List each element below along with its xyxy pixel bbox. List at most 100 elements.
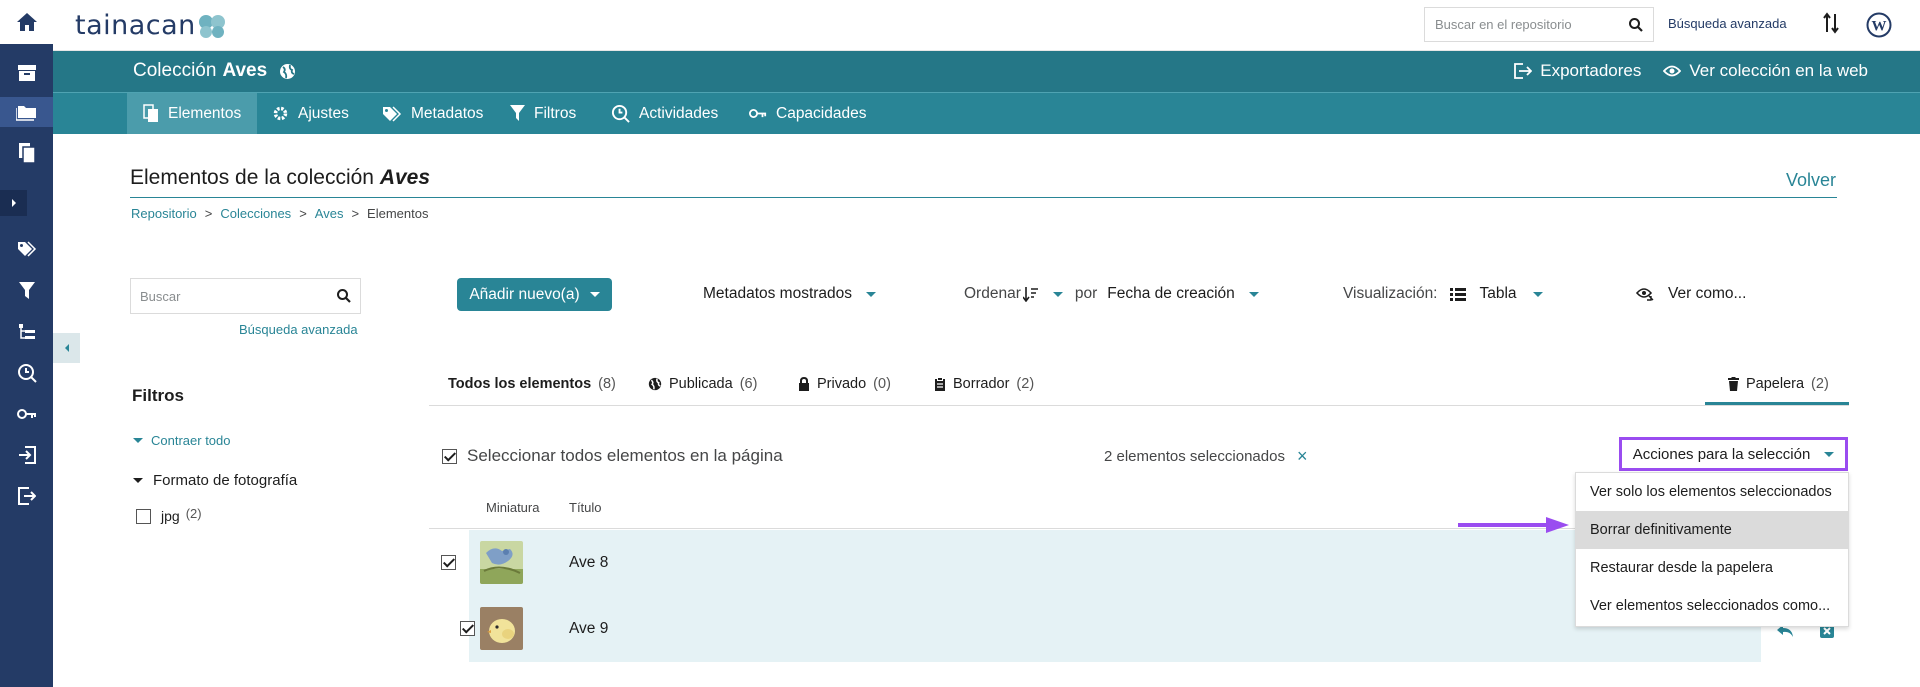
items-icon[interactable]: [0, 138, 53, 168]
menu-item-restore-from-trash[interactable]: Restaurar desde la papelera: [1576, 549, 1848, 587]
expand-sidebar-button[interactable]: [0, 190, 27, 216]
caret-down-icon[interactable]: [1248, 291, 1259, 297]
filter-icon: [510, 105, 525, 121]
items-search[interactable]: [130, 278, 361, 314]
tainacan-logo[interactable]: tainacan: [75, 10, 226, 41]
clear-selection-icon[interactable]: ×: [1297, 446, 1308, 467]
tab-elementos[interactable]: Elementos: [127, 93, 258, 134]
sort-descending-icon[interactable]: [1022, 286, 1039, 302]
status-tab-all[interactable]: Todos los elementos (8): [448, 376, 616, 392]
thumbnail-ave-8[interactable]: [480, 541, 523, 584]
view-as-eye-icon: [1636, 288, 1654, 301]
tab-capacidades[interactable]: Capacidades: [733, 93, 882, 134]
trash-icon: [1728, 377, 1739, 391]
facet-option-jpg[interactable]: jpg (2): [136, 506, 202, 524]
filter-icon[interactable]: [0, 276, 53, 306]
collection-header: Colección Aves Exportadores Ver colecció…: [53, 51, 1920, 92]
row-title[interactable]: Ave 8: [569, 554, 608, 572]
search-icon[interactable]: [337, 289, 351, 303]
breadcrumb-colecciones[interactable]: Colecciones: [220, 206, 291, 221]
select-all-checkbox[interactable]: [442, 448, 457, 464]
collection-tabs: Elementos Ajustes Metadatos Filtros Acti…: [53, 92, 1920, 134]
sort-field-dropdown[interactable]: Fecha de creación: [1107, 285, 1235, 303]
jpg-checkbox[interactable]: [136, 508, 151, 524]
caret-down-icon[interactable]: [1532, 291, 1543, 297]
caret-down-icon: [133, 478, 143, 483]
collections-icon[interactable]: [0, 97, 53, 127]
svg-text:W: W: [1872, 19, 1887, 35]
tab-actividades[interactable]: Actividades: [595, 93, 734, 134]
status-tab-published[interactable]: Publicada (6): [648, 376, 757, 392]
metadata-tree-icon[interactable]: [0, 317, 53, 347]
repository-search[interactable]: [1424, 7, 1654, 42]
sort-control: Ordenar por Fecha de creación: [964, 285, 1259, 303]
bulk-actions-menu: Ver solo los elementos seleccionados Bor…: [1575, 472, 1849, 627]
column-thumbnail: Miniatura: [486, 500, 540, 515]
view-collection-web-link[interactable]: Ver colección en la web: [1663, 61, 1868, 81]
collapse-all-link[interactable]: Contraer todo: [133, 433, 231, 448]
advanced-search-link[interactable]: Búsqueda avanzada: [1668, 16, 1787, 31]
activities-icon[interactable]: [0, 358, 53, 388]
view-as-button[interactable]: Ver como...: [1636, 285, 1746, 303]
advanced-search-link[interactable]: Búsqueda avanzada: [239, 322, 358, 337]
menu-item-view-selected-as[interactable]: Ver elementos seleccionados como...: [1576, 587, 1848, 625]
key-icon: [749, 109, 767, 118]
add-new-button[interactable]: Añadir nuevo(a): [457, 278, 612, 311]
shown-metadata-dropdown[interactable]: Metadatos mostrados: [703, 285, 877, 303]
collapse-filters-button[interactable]: [53, 333, 80, 363]
exporters-icon[interactable]: [0, 481, 53, 511]
view-mode-control: Visualización: Tabla: [1343, 285, 1543, 303]
top-bar: tainacan Búsqueda avanzada W: [53, 0, 1920, 51]
process-icon[interactable]: [1823, 12, 1839, 34]
status-tab-private[interactable]: Privado (0): [798, 376, 891, 392]
caret-down-icon: [589, 292, 600, 297]
caret-down-icon[interactable]: [1052, 291, 1063, 297]
repository-search-input[interactable]: [1435, 17, 1629, 32]
search-icon[interactable]: [1629, 17, 1643, 32]
repository-icon[interactable]: [0, 58, 53, 88]
breadcrumb-repositorio[interactable]: Repositorio: [131, 206, 197, 221]
home-button[interactable]: [0, 0, 53, 44]
tab-filtros[interactable]: Filtros: [494, 93, 592, 134]
wordpress-icon[interactable]: W: [1866, 12, 1892, 38]
clipboard-icon: [935, 376, 945, 391]
facet-photo-format[interactable]: Formato de fotografía: [133, 472, 297, 489]
items-search-input[interactable]: [140, 288, 337, 304]
activities-icon: [611, 104, 630, 123]
menu-item-view-selected[interactable]: Ver solo los elementos seleccionados: [1576, 473, 1848, 511]
list-icon: [1449, 287, 1466, 301]
gear-icon: [273, 106, 288, 121]
status-tab-trash[interactable]: Papelera (2): [1728, 376, 1829, 392]
exporters-link[interactable]: Exportadores: [1514, 61, 1641, 81]
caret-down-icon: [1824, 451, 1835, 457]
tab-ajustes[interactable]: Ajustes: [256, 93, 365, 134]
chevron-left-icon: [64, 344, 69, 352]
breadcrumb-aves[interactable]: Aves: [315, 206, 344, 221]
caret-down-icon: [866, 291, 877, 297]
active-tab-indicator: [1705, 402, 1849, 405]
row-checkbox[interactable]: [441, 555, 456, 570]
status-tab-draft[interactable]: Borrador (2): [934, 376, 1034, 392]
importers-icon[interactable]: [0, 440, 53, 470]
tab-metadatos[interactable]: Metadatos: [366, 93, 499, 134]
table-row[interactable]: [469, 530, 1761, 596]
thumbnail-ave-9[interactable]: [480, 607, 523, 650]
menu-item-delete-permanently[interactable]: Borrar definitivamente: [1576, 511, 1848, 549]
globe-icon: [648, 377, 662, 391]
left-sidebar: [0, 0, 53, 687]
select-all-on-page[interactable]: Seleccionar todos elementos en la página: [442, 446, 783, 466]
row-checkbox[interactable]: [460, 621, 476, 636]
filters-title: Filtros: [132, 386, 184, 405]
key-icon[interactable]: [0, 399, 53, 429]
column-title[interactable]: Título: [569, 500, 602, 515]
caret-down-icon: [133, 438, 143, 443]
row-title[interactable]: Ave 9: [569, 620, 608, 638]
table-row[interactable]: [469, 596, 1761, 662]
taxonomies-icon[interactable]: [0, 235, 53, 265]
tags-icon: [383, 105, 402, 122]
home-icon: [16, 13, 37, 31]
bulk-actions-dropdown[interactable]: Acciones para la selección: [1619, 437, 1848, 471]
back-link[interactable]: Volver: [1786, 170, 1836, 191]
view-mode-dropdown[interactable]: Tabla: [1480, 285, 1517, 303]
breadcrumb: Repositorio > Colecciones > Aves > Eleme…: [131, 206, 429, 221]
